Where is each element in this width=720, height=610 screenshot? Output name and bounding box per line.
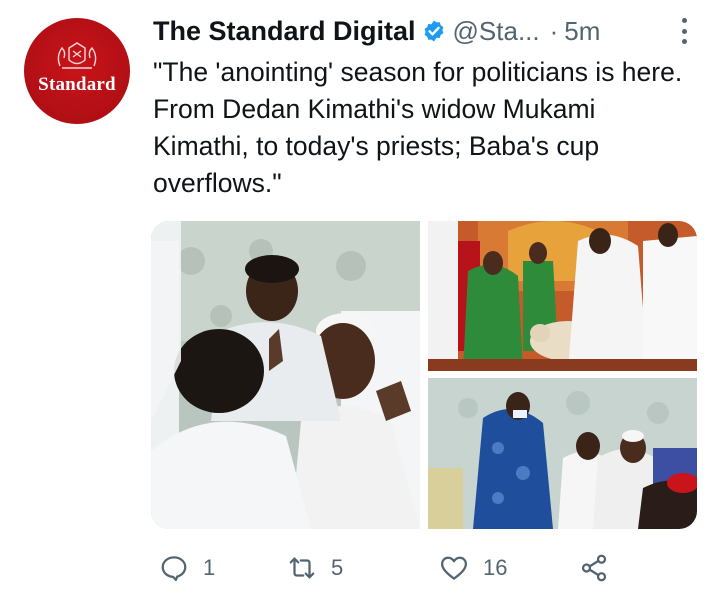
avatar[interactable]: Standard	[24, 18, 130, 124]
tweet-header: The Standard Digital @Sta... · 5m	[153, 12, 690, 50]
photo-1[interactable]	[151, 221, 420, 529]
like-count: 16	[483, 555, 508, 580]
reply-count: 1	[203, 555, 216, 580]
photo-3-image	[428, 378, 697, 529]
time-separator: ·	[549, 15, 559, 46]
verified-badge-icon	[424, 20, 443, 42]
retweet-icon	[289, 557, 315, 579]
share-button[interactable]	[579, 548, 609, 588]
media-grid	[151, 221, 697, 529]
photo-3[interactable]	[428, 378, 697, 529]
tweet-text: "The 'anointing' season for politicians …	[153, 57, 683, 198]
retweet-button[interactable]: 5	[287, 548, 343, 588]
photo-1-image	[151, 221, 420, 529]
photo-2[interactable]	[428, 221, 697, 371]
more-options-icon[interactable]	[680, 18, 688, 44]
tweet-actions: 1 5 16	[153, 548, 623, 588]
crest-icon	[57, 42, 97, 69]
author-name[interactable]: The Standard Digital	[153, 16, 416, 47]
photo-2-image	[428, 221, 697, 371]
like-button[interactable]: 16	[439, 548, 507, 588]
reply-button[interactable]: 1	[159, 548, 215, 588]
retweet-count: 5	[331, 555, 344, 580]
tweet-timestamp[interactable]: 5m	[564, 16, 600, 47]
heart-icon	[441, 556, 467, 580]
author-handle[interactable]: @Sta...	[453, 16, 540, 47]
reply-icon	[161, 556, 187, 581]
avatar-brand-text: Standard	[38, 74, 116, 95]
share-icon	[581, 554, 607, 582]
